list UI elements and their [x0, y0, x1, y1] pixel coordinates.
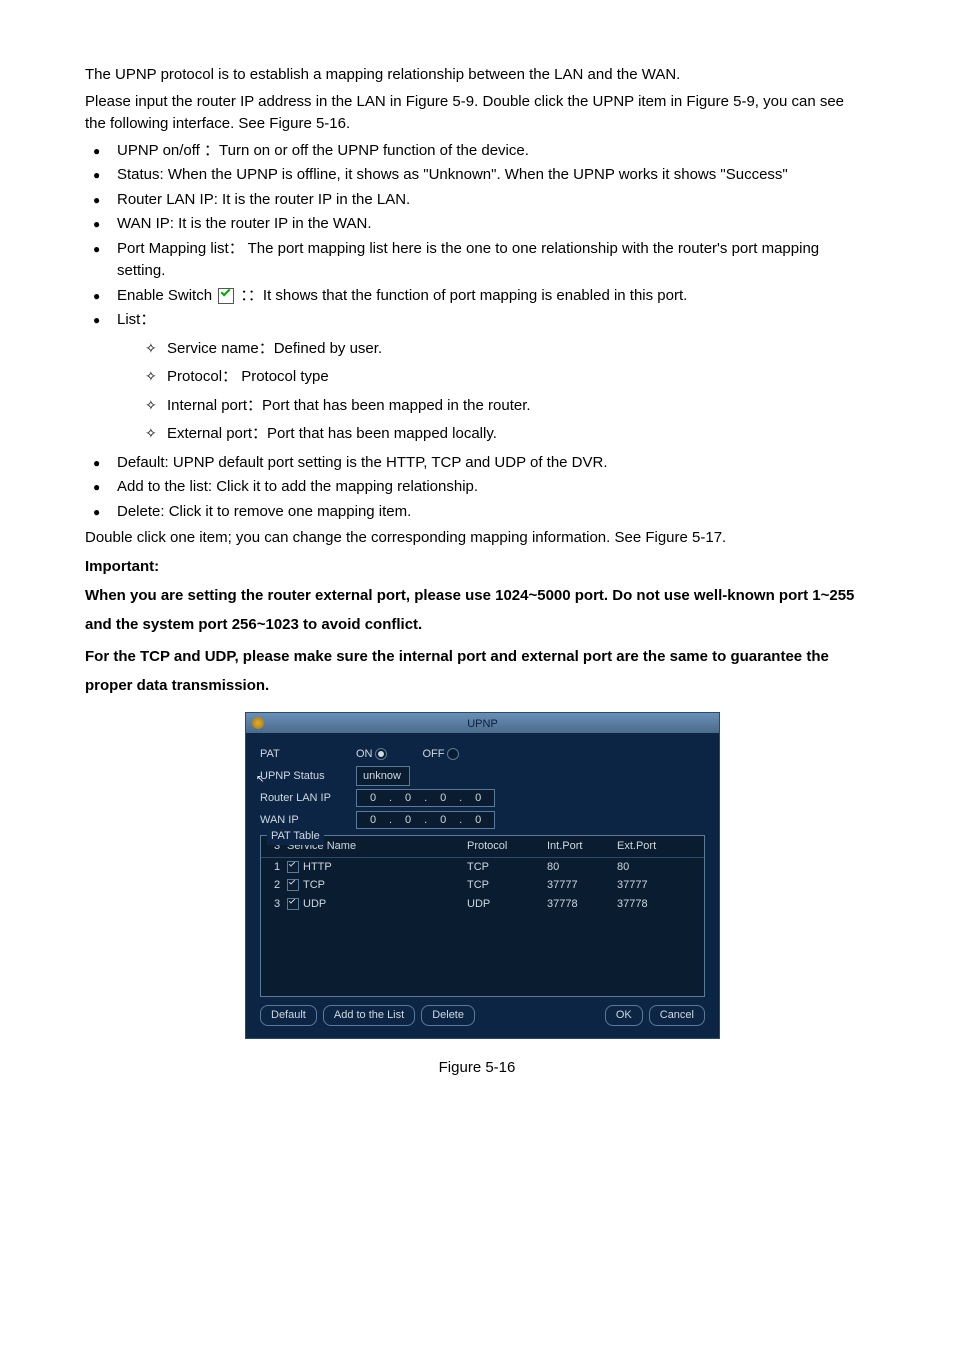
- row-name: UDP: [303, 896, 326, 913]
- table-row[interactable]: 2 TCP TCP 37777 37777: [261, 876, 704, 895]
- row-int: 80: [547, 859, 617, 876]
- ip-seg[interactable]: 0: [429, 812, 457, 829]
- label-router-lan: Router LAN IP: [260, 790, 356, 807]
- bullet-status: Status: When the UPNP is offline, it sho…: [85, 164, 869, 187]
- important-heading: Important:: [85, 556, 869, 579]
- default-button[interactable]: Default: [260, 1005, 317, 1026]
- row-proto: UDP: [467, 896, 547, 913]
- important-p2: For the TCP and UDP, please make sure th…: [85, 643, 869, 700]
- sub-protocol: Protocol： Protocol type: [113, 366, 869, 389]
- delete-button[interactable]: Delete: [421, 1005, 475, 1026]
- row-check-icon[interactable]: [287, 861, 299, 873]
- row-index: 2: [267, 877, 287, 894]
- row-int: 37777: [547, 877, 617, 894]
- after-list-note: Double click one item; you can change th…: [85, 527, 869, 550]
- sub-internal: Internal port：Port that has been mapped …: [113, 395, 869, 418]
- ip-seg[interactable]: 0: [359, 790, 387, 807]
- pat-table: PAT Table 3 Service Name Protocol Int.Po…: [260, 835, 705, 997]
- bullet-wan-ip: WAN IP: It is the router IP in the WAN.: [85, 213, 869, 236]
- upnp-dialog-screenshot: UPNP PAT ON OFF UPNP Status unknow ↖ Rou…: [245, 712, 720, 1039]
- bullet-default: Default: UPNP default port setting is th…: [85, 452, 869, 475]
- table-legend: PAT Table: [267, 828, 324, 845]
- bullet-enable-switch: Enable Switch ：：It shows that the functi…: [85, 285, 869, 308]
- ip-seg[interactable]: 0: [394, 790, 422, 807]
- bullet-list-header: List：: [85, 309, 869, 332]
- label-off: OFF: [423, 746, 445, 763]
- enable-suffix: ：：It shows that the function of port map…: [240, 287, 687, 304]
- label-pat: PAT: [260, 746, 356, 763]
- dialog-titlebar: UPNP: [246, 713, 719, 733]
- col-int: Int.Port: [547, 838, 617, 855]
- row-name: TCP: [303, 877, 325, 894]
- cancel-button[interactable]: Cancel: [649, 1005, 705, 1026]
- ip-seg[interactable]: 0: [429, 790, 457, 807]
- dialog-buttons: Default Add to the List Delete OK Cancel: [246, 1005, 719, 1026]
- dialog-title: UPNP: [467, 716, 498, 733]
- ip-seg[interactable]: 0: [394, 812, 422, 829]
- sub-external: External port：Port that has been mapped …: [113, 423, 869, 446]
- router-lan-ip-input[interactable]: 0. 0. 0. 0: [356, 789, 495, 807]
- cursor-icon: ↖: [256, 772, 264, 787]
- dialog-body: PAT ON OFF UPNP Status unknow ↖ Router L…: [246, 733, 719, 997]
- row-check-icon[interactable]: [287, 879, 299, 891]
- row-ext: 37777: [617, 877, 687, 894]
- important-p1: When you are setting the router external…: [85, 582, 869, 639]
- row-ext: 80: [617, 859, 687, 876]
- label-on: ON: [356, 746, 373, 763]
- bullet-upnp-onoff: UPNP on/off ：Turn on or off the UPNP fun…: [85, 140, 869, 163]
- sub-service: Service name：Defined by user.: [113, 338, 869, 361]
- feature-list: UPNP on/off ：Turn on or off the UPNP fun…: [85, 140, 869, 332]
- status-value: unknow: [356, 766, 410, 787]
- upnp-dialog: UPNP PAT ON OFF UPNP Status unknow ↖ Rou…: [245, 712, 720, 1039]
- checkbox-enabled-icon: [218, 288, 234, 304]
- bullet-delete: Delete: Click it to remove one mapping i…: [85, 501, 869, 524]
- row-ext: 37778: [617, 896, 687, 913]
- row-wan-ip: WAN IP 0. 0. 0. 0: [260, 809, 705, 831]
- list-sublist: Service name：Defined by user. Protocol： …: [113, 338, 869, 446]
- col-ext: Ext.Port: [617, 838, 687, 855]
- bullet-router-lan: Router LAN IP: It is the router IP in th…: [85, 189, 869, 212]
- table-header: 3 Service Name Protocol Int.Port Ext.Por…: [261, 836, 704, 858]
- table-row[interactable]: 1 HTTP TCP 80 80: [261, 858, 704, 877]
- row-int: 37778: [547, 896, 617, 913]
- label-status: UPNP Status: [260, 768, 356, 785]
- row-proto: TCP: [467, 877, 547, 894]
- add-to-list-button[interactable]: Add to the List: [323, 1005, 415, 1026]
- enable-prefix: Enable Switch: [117, 287, 216, 304]
- row-status: UPNP Status unknow ↖: [260, 765, 705, 787]
- ip-seg[interactable]: 0: [359, 812, 387, 829]
- ok-button[interactable]: OK: [605, 1005, 643, 1026]
- wan-ip-input[interactable]: 0. 0. 0. 0: [356, 811, 495, 829]
- row-name: HTTP: [303, 859, 332, 876]
- row-check-icon[interactable]: [287, 898, 299, 910]
- intro-p1: The UPNP protocol is to establish a mapp…: [85, 64, 869, 87]
- dialog-icon: [252, 717, 264, 729]
- feature-list-2: Default: UPNP default port setting is th…: [85, 452, 869, 524]
- row-index: 1: [267, 859, 287, 876]
- row-pat: PAT ON OFF: [260, 743, 705, 765]
- row-proto: TCP: [467, 859, 547, 876]
- table-row[interactable]: 3 UDP UDP 37778 37778: [261, 895, 704, 914]
- figure-caption: Figure 5-16: [85, 1057, 869, 1080]
- bullet-add: Add to the list: Click it to add the map…: [85, 476, 869, 499]
- row-index: 3: [267, 896, 287, 913]
- col-proto: Protocol: [467, 838, 547, 855]
- intro-p2: Please input the router IP address in th…: [85, 91, 869, 136]
- label-wan-ip: WAN IP: [260, 812, 356, 829]
- radio-on[interactable]: [375, 748, 387, 760]
- ip-seg[interactable]: 0: [464, 812, 492, 829]
- bullet-port-mapping: Port Mapping list： The port mapping list…: [85, 238, 869, 283]
- row-router-lan: Router LAN IP 0. 0. 0. 0: [260, 787, 705, 809]
- ip-seg[interactable]: 0: [464, 790, 492, 807]
- radio-off[interactable]: [447, 748, 459, 760]
